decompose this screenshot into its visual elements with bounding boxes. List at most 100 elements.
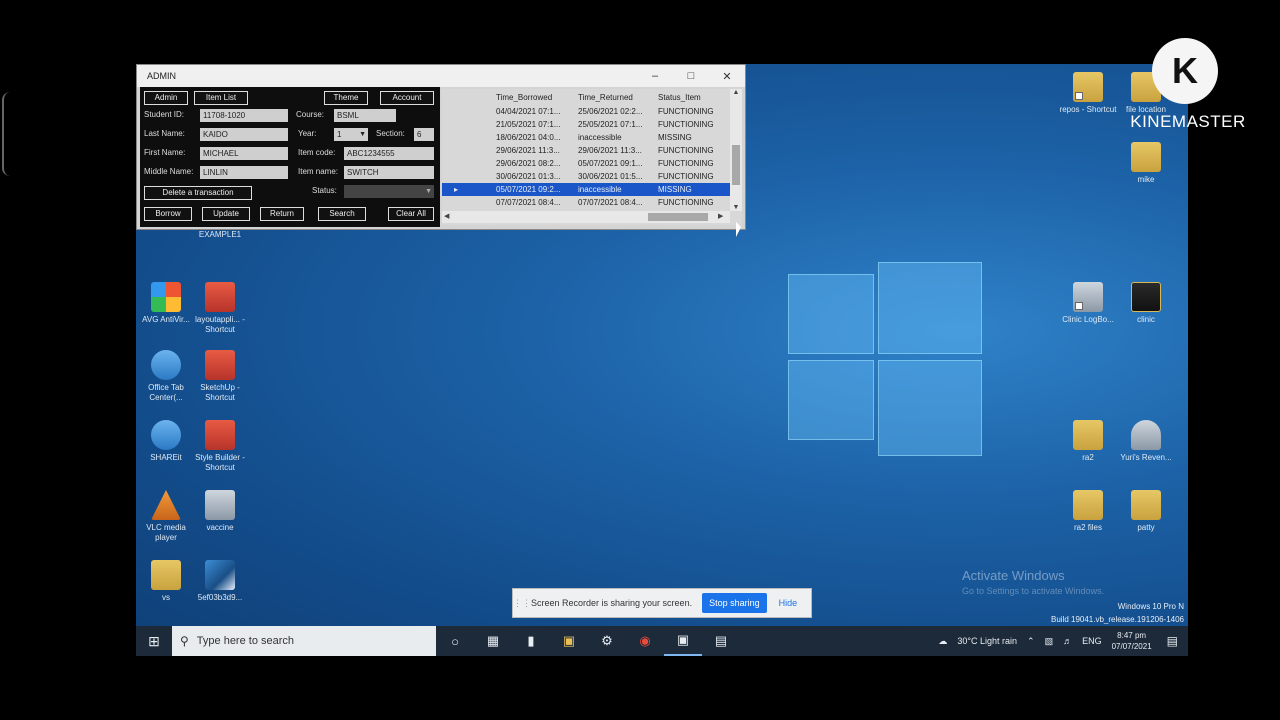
column-header[interactable]: Time_Borrowed [468, 91, 572, 104]
borrow-button[interactable]: Borrow [144, 207, 192, 221]
language-indicator[interactable]: ENG [1077, 636, 1107, 646]
vertical-scrollbar[interactable]: ▲ ▼ [730, 89, 742, 211]
table-row[interactable]: 07/07/2021 08:4... 07/07/2021 08:4... FUNC… [442, 196, 732, 209]
table-cell[interactable]: 21/05/2021 07:1... [468, 118, 572, 131]
network-icon[interactable]: ▧ [1040, 636, 1059, 647]
table-cell[interactable]: 07/07/2021 08:4... [468, 196, 572, 209]
status-select[interactable]: ▼ [344, 185, 434, 198]
weather-text[interactable]: 30°C Light rain [952, 636, 1022, 646]
table-cell[interactable]: FUNCTIONING [650, 196, 732, 209]
table-cell[interactable]: 18/06/2021 04:0... [468, 131, 572, 144]
clock[interactable]: 8:47 pm 07/07/2021 [1107, 630, 1157, 652]
desktop-icon-yuri[interactable]: Yuri's Reven... [1116, 420, 1176, 463]
chevron-up-icon[interactable]: ⌃ [1022, 636, 1040, 647]
desktop-icon-ra2-files[interactable]: ra2 files [1058, 490, 1118, 533]
close-icon[interactable]: ✕ [709, 65, 745, 87]
course-field[interactable]: BSML [334, 109, 396, 122]
hide-button[interactable]: Hide [779, 598, 798, 608]
app-taskbar-icon[interactable]: ▮ [512, 626, 550, 656]
horizontal-scrollbar[interactable]: ◀ ▶ [442, 211, 730, 223]
table-cell[interactable]: 04/04/2021 07:1... [468, 105, 572, 118]
table-row[interactable]: 21/05/2021 07:1... 25/05/2021 07:1... FUNC… [442, 118, 732, 131]
row-header[interactable] [442, 196, 468, 209]
item-list-button[interactable]: Item List [194, 91, 248, 105]
column-header[interactable]: Status_Item [650, 91, 732, 104]
stop-sharing-button[interactable]: Stop sharing [702, 593, 767, 613]
desktop-icon-layout[interactable]: layoutappli... - Shortcut [190, 282, 250, 335]
table-cell[interactable]: FUNCTIONING [650, 144, 732, 157]
table-row[interactable]: 29/06/2021 08:2... 05/07/2021 09:1... FUNC… [442, 157, 732, 170]
desktop-icon-sketchup[interactable]: SketchUp - Shortcut [190, 350, 250, 403]
volume-icon[interactable]: ♬ [1058, 636, 1077, 646]
middle-name-field[interactable]: LINLIN [200, 166, 288, 179]
admin-button[interactable]: Admin [144, 91, 188, 105]
task-view-icon[interactable]: ▦ [474, 626, 512, 656]
table-cell[interactable]: inaccessible [572, 131, 650, 144]
row-header[interactable] [442, 157, 468, 170]
table-cell[interactable]: 30/06/2021 01:5... [572, 170, 650, 183]
file-explorer-icon[interactable]: ▣ [550, 626, 588, 656]
desktop-icon-image[interactable]: 5ef03b3d9... [190, 560, 250, 603]
desktop-icon-clinic[interactable]: clinic [1116, 282, 1176, 325]
table-cell[interactable]: FUNCTIONING [650, 118, 732, 131]
table-cell[interactable]: FUNCTIONING [650, 170, 732, 183]
table-row[interactable]: 30/06/2021 01:3... 30/06/2021 01:5... FUNC… [442, 170, 732, 183]
scroll-left-icon[interactable]: ◀ [444, 212, 449, 220]
scroll-right-icon[interactable]: ▶ [718, 212, 723, 220]
desktop-icon-style-builder[interactable]: Style Builder - Shortcut [190, 420, 250, 473]
table-row[interactable]: 29/06/2021 11:3... 29/06/2021 11:3... FUNC… [442, 144, 732, 157]
table-cell[interactable]: 05/07/2021 09:2... [468, 183, 572, 196]
minimize-icon[interactable]: – [637, 65, 673, 87]
table-cell[interactable]: MISSING [650, 131, 732, 144]
desktop-icon-mike[interactable]: mike [1116, 142, 1176, 185]
desktop-icon-vaccine[interactable]: vaccine [190, 490, 250, 533]
table-cell[interactable]: MISSING [650, 183, 732, 196]
table-cell[interactable]: FUNCTIONING [650, 105, 732, 118]
desktop-icon-ra2[interactable]: ra2 [1058, 420, 1118, 463]
row-header[interactable] [442, 105, 468, 118]
account-button[interactable]: Account [380, 91, 434, 105]
table-cell[interactable]: 30/06/2021 01:3... [468, 170, 572, 183]
search-button[interactable]: Search [318, 207, 366, 221]
item-name-field[interactable]: SWITCH [344, 166, 434, 179]
taskbar-search[interactable]: ⚲ Type here to search [172, 626, 436, 656]
window-app-icon[interactable]: ▤ [702, 626, 740, 656]
windows-start-icon[interactable]: ⊞ [136, 626, 172, 656]
maximize-icon[interactable]: □ [673, 65, 709, 87]
desktop-icon-shareit[interactable]: SHAREit [136, 420, 196, 463]
table-cell[interactable]: 25/05/2021 07:1... [572, 118, 650, 131]
table-cell[interactable]: inaccessible [572, 183, 650, 196]
weather-icon[interactable]: ☁ [933, 636, 952, 647]
scroll-up-icon[interactable]: ▲ [730, 89, 742, 96]
scroll-thumb[interactable] [732, 145, 740, 185]
table-cell[interactable]: 29/06/2021 11:3... [468, 144, 572, 157]
year-select[interactable]: 1 ▼ [334, 128, 368, 141]
chrome-icon[interactable]: ◉ [626, 626, 664, 656]
student-id-field[interactable]: 11708-1020 [200, 109, 288, 122]
admin-titlebar[interactable]: ADMIN – □ ✕ [137, 65, 745, 87]
theme-button[interactable]: Theme [324, 91, 368, 105]
update-button[interactable]: Update [202, 207, 250, 221]
row-header[interactable]: ▸ [442, 183, 468, 196]
row-header[interactable] [442, 118, 468, 131]
scroll-down-icon[interactable]: ▼ [730, 204, 742, 211]
item-code-field[interactable]: ABC1234555 [344, 147, 434, 160]
table-cell[interactable]: FUNCTIONING [650, 157, 732, 170]
desktop-icon-patty[interactable]: patty [1116, 490, 1176, 533]
row-header[interactable] [442, 144, 468, 157]
section-field[interactable]: 6 [414, 128, 434, 141]
table-cell[interactable]: 05/07/2021 09:1... [572, 157, 650, 170]
table-cell[interactable]: 29/06/2021 08:2... [468, 157, 572, 170]
table-cell[interactable]: 29/06/2021 11:3... [572, 144, 650, 157]
table-row[interactable]: 18/06/2021 04:0... inaccessible MISSING [442, 131, 732, 144]
scroll-thumb[interactable] [648, 213, 708, 221]
drag-handle-icon[interactable]: ⋮⋮ [513, 598, 531, 609]
row-header[interactable] [442, 131, 468, 144]
desktop-icon-office[interactable]: Office Tab Center(... [136, 350, 196, 403]
desktop-icon-repos[interactable]: repos - Shortcut [1058, 72, 1118, 115]
desktop-icon-clinic-logbook[interactable]: Clinic LogBo... [1058, 282, 1118, 325]
desktop-icon-vs[interactable]: vs [136, 560, 196, 603]
desktop-icon-example[interactable]: EXAMPLE1 [190, 230, 250, 240]
screen-recorder-icon[interactable]: ▣ [664, 626, 702, 656]
table-row[interactable]: 04/04/2021 07:1... 25/06/2021 02:2... FUNC… [442, 105, 732, 118]
